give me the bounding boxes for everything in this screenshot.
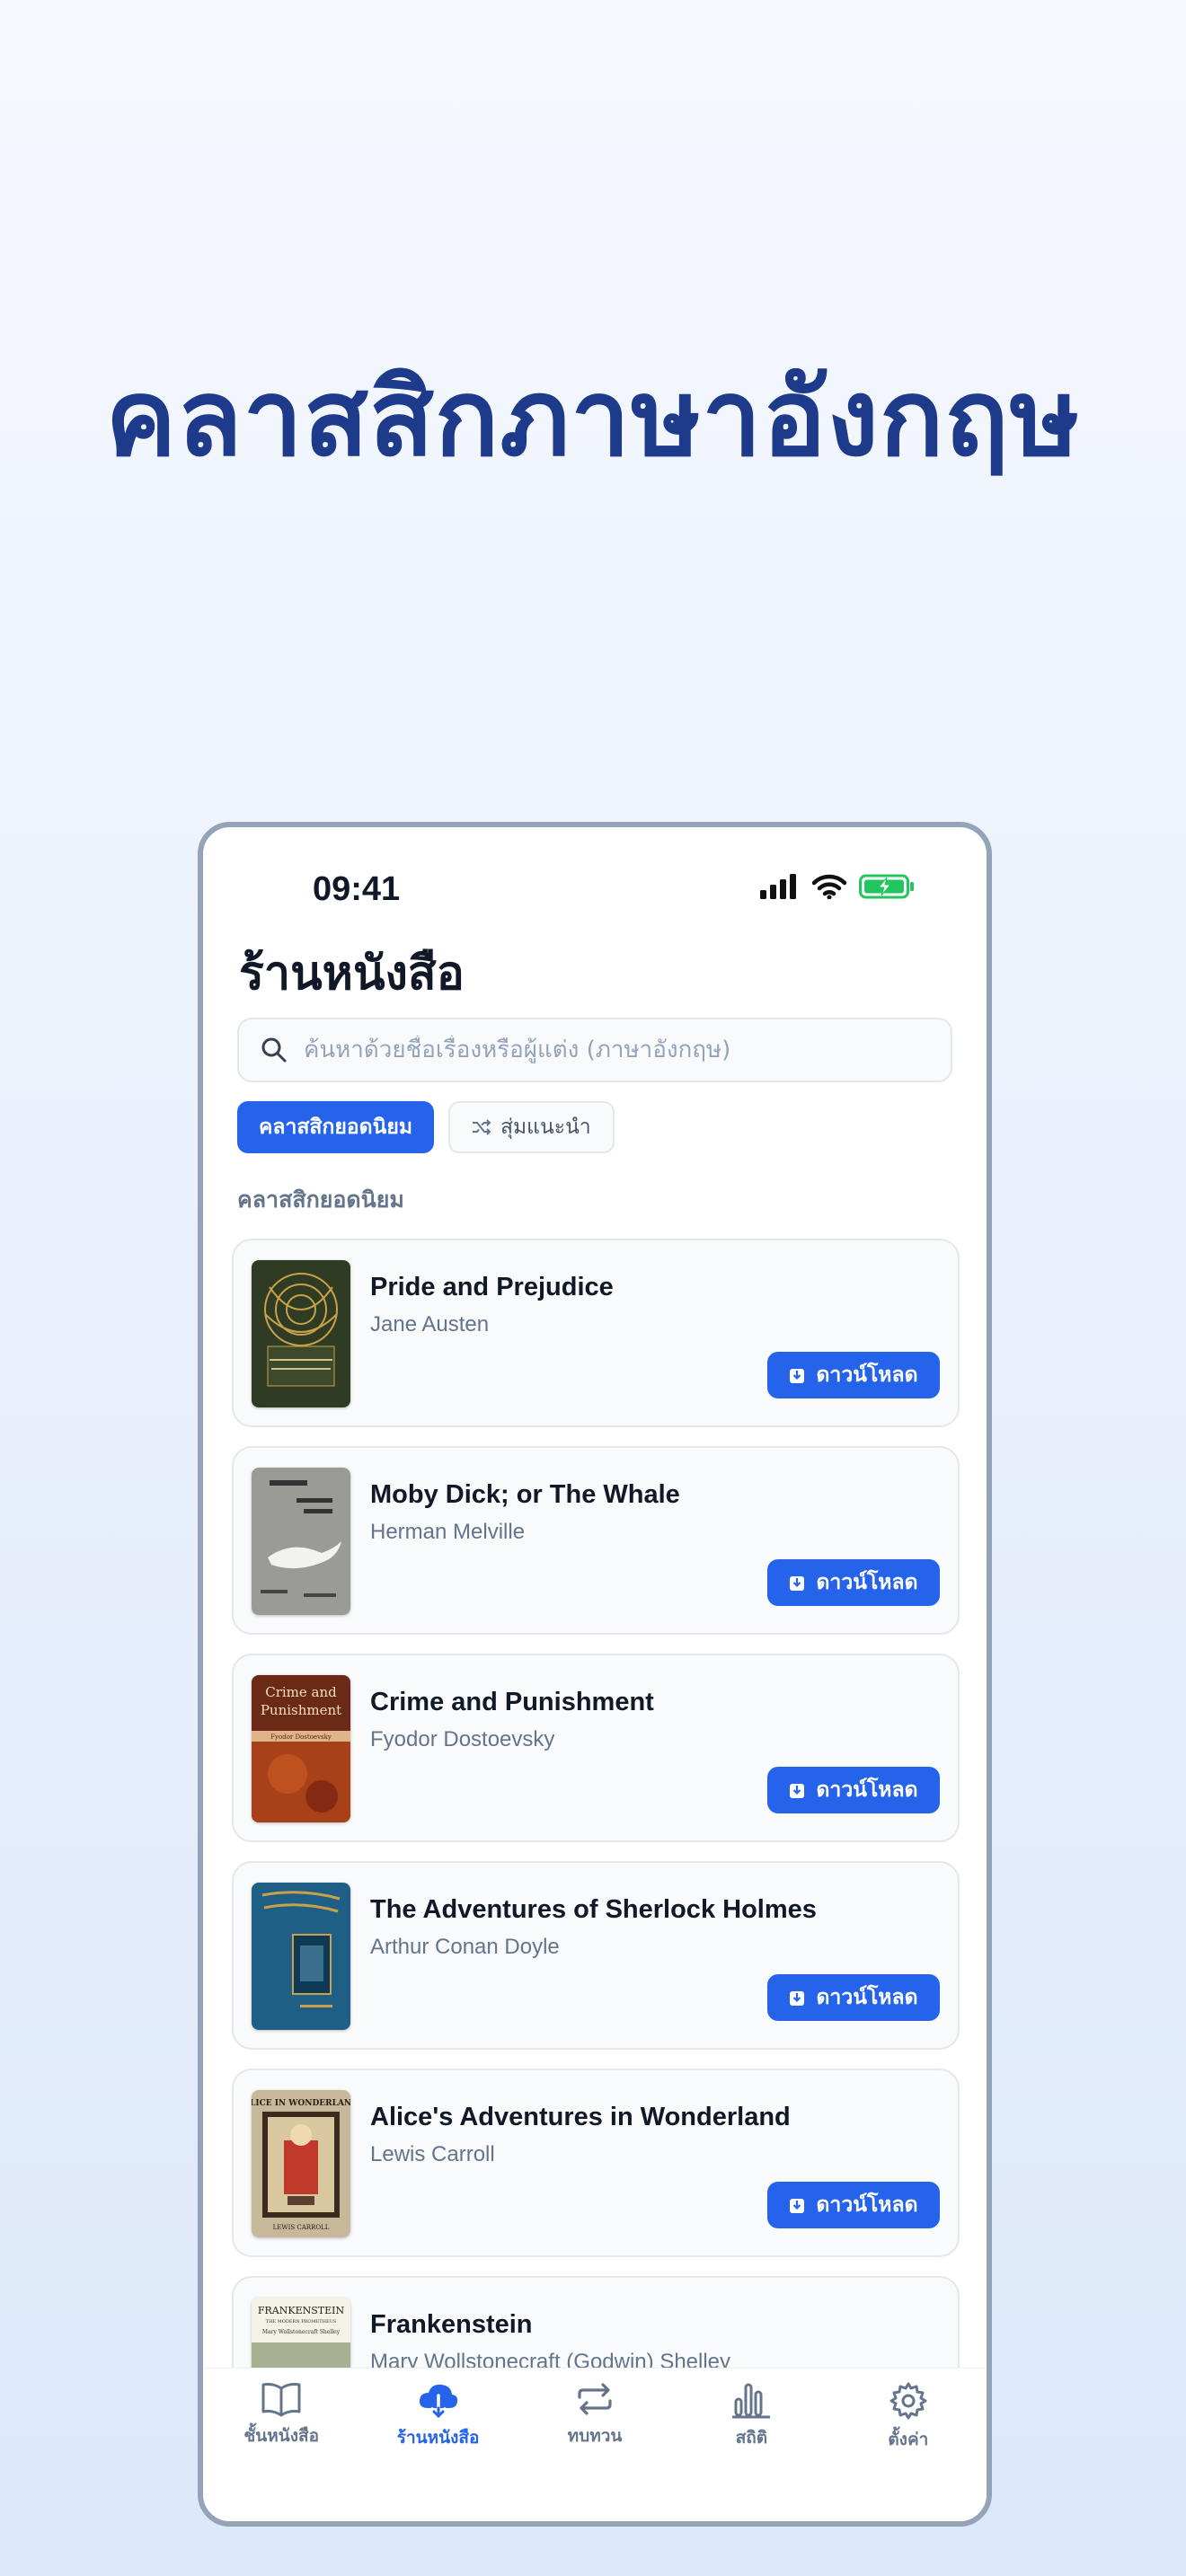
- chip-popular-label: คลาสสิกยอดนิยม: [259, 1116, 412, 1139]
- book-cover-image: Crime and Punishment Fyodor Dostoevsky: [252, 1675, 350, 1822]
- signal-icon: [760, 874, 796, 899]
- book-card[interactable]: Pride and Prejudice Jane Austen ดาวน์โหล…: [232, 1239, 960, 1427]
- cover-title-line: Crime and: [265, 1684, 337, 1700]
- book-card[interactable]: ALICE IN WONDERLAND LEWIS CARROLL Alice'…: [232, 2069, 960, 2257]
- chip-random-label: สุ่มแนะนำ: [500, 1116, 591, 1139]
- cover-author-line: LEWIS CARROLL: [273, 2224, 330, 2231]
- cover-author-line: Fyodor Dostoevsky: [270, 1734, 332, 1741]
- download-label: ดาวน์โหลด: [816, 1986, 918, 2009]
- download-label: ดาวน์โหลด: [816, 1571, 918, 1594]
- book-cover-image: [252, 1883, 350, 2030]
- wifi-icon: [812, 874, 846, 899]
- book-author: Herman Melville: [370, 1520, 526, 1544]
- download-button[interactable]: ดาวน์โหลด: [767, 2182, 940, 2228]
- tab-label: ทบทวน: [567, 2426, 623, 2446]
- download-label: ดาวน์โหลด: [816, 1363, 918, 1387]
- phone-frame: 09:41 ร้านหนังสือ ค้นหาด้วยชื่อเรื่องหรื…: [198, 822, 992, 2527]
- tab-bookshelf[interactable]: ชั้นหนังสือ: [203, 2369, 359, 2521]
- book-title: Crime and Punishment: [370, 1688, 654, 1716]
- download-icon: [790, 1369, 805, 1383]
- tab-bookstore[interactable]: ร้านหนังสือ: [359, 2369, 516, 2521]
- download-icon: [790, 1784, 805, 1798]
- page-title: ร้านหนังสือ: [239, 947, 465, 1001]
- book-title: The Adventures of Sherlock Holmes: [370, 1895, 817, 1924]
- cover-title-line: Punishment: [261, 1702, 341, 1718]
- chip-random-picks[interactable]: สุ่มแนะนำ: [447, 1101, 615, 1153]
- book-open-icon: [261, 2383, 301, 2417]
- book-title: Moby Dick; or The Whale: [370, 1480, 680, 1509]
- filter-chips: คลาสสิกยอดนิยม สุ่มแนะนำ: [237, 1101, 615, 1153]
- battery-charging-icon: [859, 874, 914, 899]
- headline: คลาสสิกภาษาอังกฤษ: [105, 356, 1081, 480]
- cover-author-line: Mary Wollstonecraft Shelley: [262, 2329, 341, 2335]
- download-button[interactable]: ดาวน์โหลด: [767, 1559, 940, 1606]
- gear-icon: [890, 2382, 927, 2420]
- book-author: Jane Austen: [370, 1312, 490, 1337]
- book-cover-image: [252, 1468, 350, 1615]
- download-icon: [790, 1991, 805, 2006]
- tab-bar: ชั้นหนังสือ ร้านหนังสือ ทบทวน สถิติ ตั้ง…: [203, 2368, 987, 2521]
- download-icon: [790, 1576, 805, 1591]
- download-button[interactable]: ดาวน์โหลด: [767, 1974, 940, 2021]
- book-list: Pride and Prejudice Jane Austen ดาวน์โหล…: [232, 1239, 960, 2483]
- search-input[interactable]: [302, 1036, 934, 1064]
- bar-chart-icon: [732, 2383, 771, 2419]
- search-bar[interactable]: [237, 1018, 952, 1082]
- tab-label: ชั้นหนังสือ: [243, 2426, 320, 2446]
- tab-settings[interactable]: ตั้งค่า: [830, 2369, 987, 2521]
- book-cover-image: [252, 1260, 350, 1407]
- book-title: Pride and Prejudice: [370, 1273, 614, 1301]
- book-card[interactable]: The Adventures of Sherlock Holmes Arthur…: [232, 1861, 960, 2050]
- tab-review[interactable]: ทบทวน: [517, 2369, 673, 2521]
- book-title: Frankenstein: [370, 2310, 533, 2339]
- book-card[interactable]: Crime and Punishment Fyodor Dostoevsky C…: [232, 1654, 960, 1842]
- book-card[interactable]: Moby Dick; or The Whale Herman Melville …: [232, 1446, 960, 1635]
- shuffle-icon: [472, 1119, 491, 1135]
- tab-label: ร้านหนังสือ: [396, 2428, 480, 2448]
- download-icon: [790, 2199, 805, 2213]
- tab-label: ตั้งค่า: [888, 2430, 929, 2449]
- status-bar: 09:41: [203, 827, 987, 926]
- download-label: ดาวน์โหลด: [816, 1778, 918, 1802]
- download-label: ดาวน์โหลด: [816, 2193, 918, 2217]
- chip-popular-classics[interactable]: คลาสสิกยอดนิยม: [237, 1101, 434, 1153]
- book-author: Lewis Carroll: [370, 2142, 495, 2166]
- search-icon: [261, 1037, 287, 1063]
- status-icons: [760, 874, 915, 899]
- download-button[interactable]: ดาวน์โหลด: [767, 1767, 940, 1813]
- tab-stats[interactable]: สถิติ: [673, 2369, 829, 2521]
- repeat-icon: [578, 2383, 612, 2415]
- tab-label: สถิติ: [735, 2428, 768, 2448]
- cloud-download-icon: [419, 2384, 457, 2419]
- cover-title-line: THE MODERN PROMETHEUS: [266, 2319, 337, 2325]
- cover-title-line: FRANKENSTEIN: [258, 2305, 345, 2316]
- download-button[interactable]: ดาวน์โหลด: [767, 1352, 940, 1398]
- cover-title-line: ALICE IN WONDERLAND: [252, 2099, 350, 2108]
- book-cover-image: ALICE IN WONDERLAND LEWIS CARROLL: [252, 2090, 350, 2237]
- book-author: Arthur Conan Doyle: [370, 1935, 560, 1959]
- status-time: 09:41: [313, 870, 401, 908]
- book-title: Alice's Adventures in Wonderland: [370, 2103, 791, 2131]
- section-label: คลาสสิกยอดนิยม: [237, 1187, 404, 1213]
- book-author: Fyodor Dostoevsky: [370, 1727, 555, 1751]
